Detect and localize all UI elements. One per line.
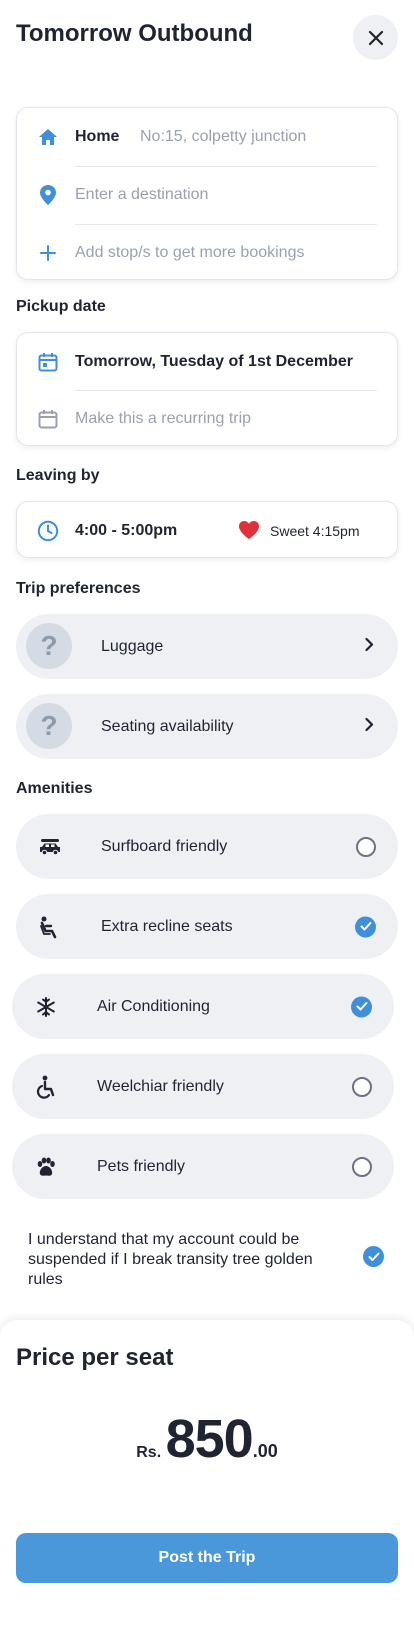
amenity-radio-unchecked[interactable] [356,836,376,857]
consent-text: I understand that my account could be su… [28,1231,313,1288]
add-stop-label: Add stop/s to get more bookings [75,243,305,261]
amenity-pets[interactable]: Pets friendly [12,1134,394,1199]
check-icon [368,1252,379,1261]
leaving-by-label: Leaving by [16,467,100,484]
pickup-date-label: Pickup date [16,298,106,315]
page-title: Tomorrow Outbound [16,20,253,47]
leaving-time-row[interactable]: 4:00 - 5:00pm Sweet 4:15pm [17,502,397,559]
close-icon [368,30,383,45]
leaving-card[interactable]: 4:00 - 5:00pm Sweet 4:15pm [16,501,398,558]
destination-input[interactable]: Enter a destination [75,186,208,204]
paw-icon [34,1155,58,1179]
amenity-label: Pets friendly [97,1157,186,1175]
origin-address: No:15, colpetty junction [140,128,307,145]
consent-checkbox[interactable] [363,1246,384,1267]
price-display: Rs. 850.00 [0,1408,414,1470]
preference-label: Luggage [101,637,164,655]
amenity-radio-unchecked[interactable] [352,1156,372,1177]
question-icon: ? [26,623,72,669]
clock-icon [37,520,59,542]
amenity-radio-unchecked[interactable] [352,1076,372,1097]
origin-row[interactable]: Home No:15, colpetty junction [17,108,397,166]
heart-icon [238,520,260,542]
pickup-date-text: Tomorrow, Tuesday of 1st December [75,352,353,370]
price-amount: 850 [165,1409,254,1469]
amenity-check-checked[interactable] [351,996,372,1017]
price-currency: Rs. [136,1444,162,1461]
amenity-check-checked[interactable] [355,916,376,937]
plus-icon [37,242,59,264]
pickup-date-row[interactable]: Tomorrow, Tuesday of 1st December [17,333,397,390]
car-surfboard-icon [38,835,62,859]
snowflake-icon [34,995,58,1019]
chevron-right-icon [365,637,374,656]
recurring-row[interactable]: Make this a recurring trip [17,390,397,447]
amenities-label: Amenities [16,780,93,797]
wheelchair-icon [34,1075,58,1099]
preference-luggage[interactable]: ? Luggage [16,614,398,679]
amenity-label: Weelchiar friendly [97,1077,224,1095]
calendar-icon [37,351,59,373]
origin-label: Home [75,128,120,145]
amenity-surfboard[interactable]: Surfboard friendly [16,814,398,879]
recurring-label: Make this a recurring trip [75,409,252,427]
home-icon [37,126,59,148]
calendar-outline-icon [37,408,59,430]
chevron-right-icon [365,717,374,736]
leaving-time-range: 4:00 - 5:00pm [75,521,178,539]
add-stop-row[interactable]: Add stop/s to get more bookings [17,224,397,281]
close-button[interactable] [353,15,398,60]
price-per-seat-title: Price per seat [16,1344,174,1371]
preference-label: Seating availability [101,717,234,735]
question-icon: ? [26,703,72,749]
route-card: Home No:15, colpetty junction Enter a de… [16,107,398,280]
amenity-air-conditioning[interactable]: Air Conditioning [12,974,394,1039]
amenity-label: Extra recline seats [101,917,233,935]
amenity-label: Surfboard friendly [101,837,228,855]
recline-seat-icon [38,915,62,939]
sweet-time-label: Sweet 4:15pm [270,522,360,539]
destination-row[interactable]: Enter a destination [17,166,397,224]
preference-seating[interactable]: ? Seating availability [16,694,398,759]
location-pin-icon [37,184,59,206]
trip-preferences-label: Trip preferences [16,580,141,597]
amenity-wheelchair[interactable]: Weelchiar friendly [12,1054,394,1119]
amenity-recline[interactable]: Extra recline seats [16,894,398,959]
price-footer: Price per seat Rs. 850.00 Post the Trip [0,1320,414,1631]
pickup-card: Tomorrow, Tuesday of 1st December Make t… [16,332,398,446]
price-decimals: .00 [252,1441,278,1461]
amenity-label: Air Conditioning [97,997,210,1015]
post-trip-button[interactable]: Post the Trip [16,1533,398,1583]
